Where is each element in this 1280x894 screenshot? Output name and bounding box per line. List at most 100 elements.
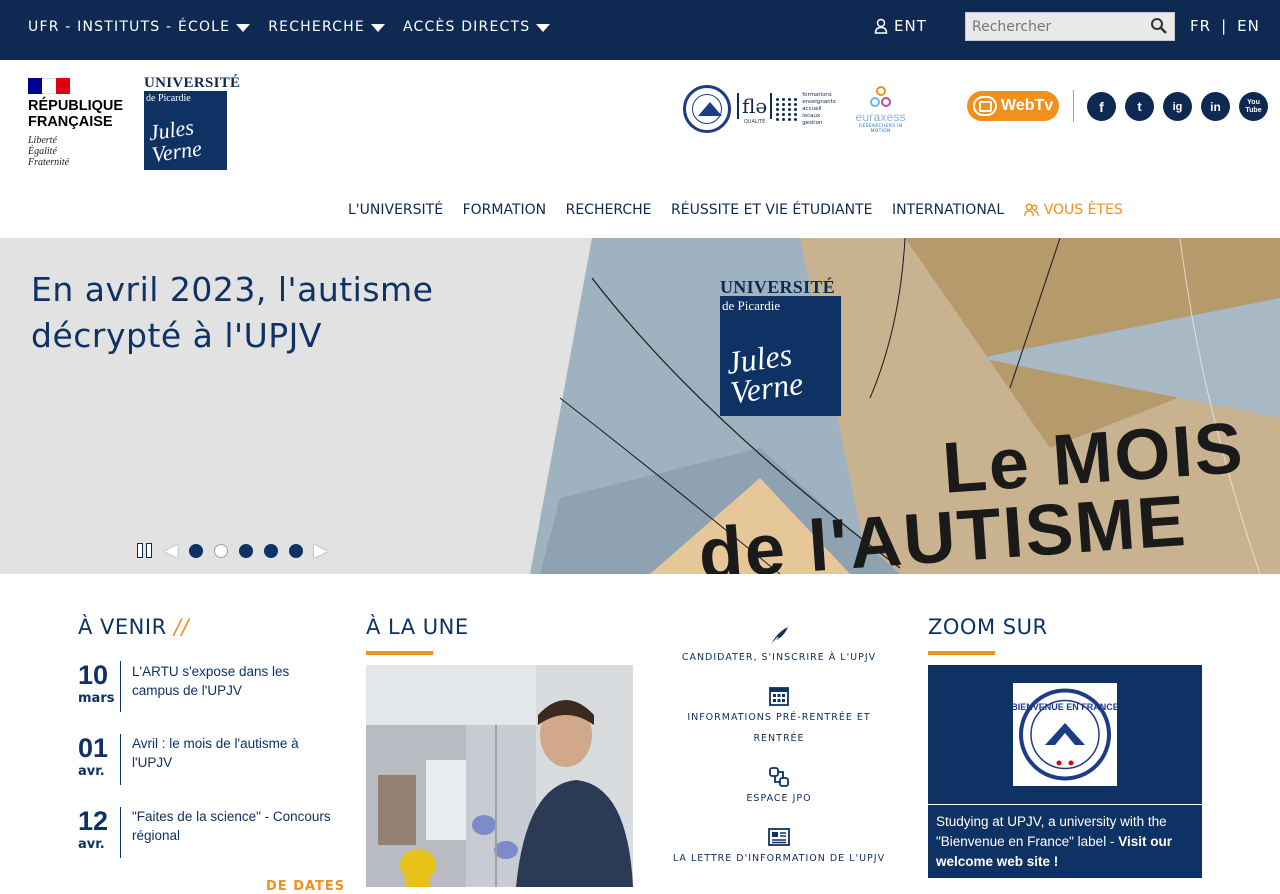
calendar-icon [769,687,789,706]
instagram-icon[interactable]: ig [1163,92,1192,121]
webtv-label: WebTv [1001,97,1054,114]
event-title[interactable]: "Faites de la science" - Concours région… [132,807,332,858]
topnav-recherche[interactable]: RECHERCHE [268,19,385,35]
nav-formation[interactable]: FORMATION [463,202,547,218]
users-icon [1023,203,1039,217]
lab-photo-image [366,665,633,887]
facebook-icon[interactable]: f [1087,92,1116,121]
zoom-heading: ZOOM SUR [928,615,1048,639]
fle-list: formations enseignants accueil locaux ge… [802,92,836,127]
search-icon [1151,18,1167,34]
quill-icon [770,627,788,646]
topnav-ufr[interactable]: UFR - INSTITUTS - ÉCOLE [28,19,251,35]
hero-logo-word: UNIVERSITÉ [720,277,836,297]
lang-fr[interactable]: FR [1190,17,1211,35]
quicklink-jpo[interactable]: ESPACE JPO [666,766,892,809]
linkedin-icon[interactable]: in [1201,92,1230,121]
search-box [965,12,1175,41]
hero-logo-de: de Picardie [722,298,781,313]
fle-line: gestion [802,119,823,126]
fle-label[interactable]: flə QUALITÉ formations enseignants accue… [737,92,836,127]
fle-line: locaux [802,112,821,119]
tv-icon [973,96,997,116]
nav-vous-etes[interactable]: VOUS ÊTES [1023,202,1123,218]
twitter-icon[interactable]: t [1125,92,1154,121]
zoom-card[interactable]: BIENVENUE EN FRANCE Studying at UPJV, a … [928,665,1202,878]
search-input[interactable] [966,13,1146,40]
search-button[interactable] [1150,17,1170,37]
quicklink-candidater[interactable]: CANDIDATER, S'INSCRIRE À L'UPJV [666,625,892,668]
next-arrow-icon[interactable]: ▶ [314,540,328,561]
nav-international[interactable]: INTERNATIONAL [892,202,1004,218]
prev-arrow-icon[interactable]: ◀ [164,540,178,561]
topnav-acces-directs[interactable]: ACCÈS DIRECTS [403,19,551,35]
hero-upjv-logo: UNIVERSITÉ de Picardie Jules Verne [720,278,841,416]
top-nav: UFR - INSTITUTS - ÉCOLE RECHERCHE ACCÈS … [28,19,551,35]
rf-title: RÉPUBLIQUE FRANÇAISE [28,98,128,130]
event-month: mars [78,691,115,706]
quicklink-label: INFORMATIONS PRÉ-RENTRÉE ET RENTRÉE [687,712,871,744]
pause-icon[interactable] [137,543,153,558]
rf-motto-3: Fraternité [28,157,70,168]
fle-dots-icon [776,97,798,121]
upjv-word: UNIVERSITÉ [144,75,241,91]
topnav-ufr-label: UFR - INSTITUTS - ÉCOLE [28,19,231,35]
upjv-logo[interactable]: UNIVERSITÉ de Picardie Jules Verne [144,75,241,170]
une-heading: À LA UNE [366,615,469,639]
euraxess-logo[interactable]: euraxess RESEARCHERS IN MOTION [850,84,912,134]
fle-mark: flə [737,93,773,119]
bienvenue-en-france-logo-icon: BIENVENUE EN FRANCE [1013,683,1117,786]
user-icon [874,18,888,34]
rf-motto-1: Liberté [28,135,57,146]
webtv-button[interactable]: WebTv [967,91,1059,121]
caret-down-icon [536,23,551,32]
event-title[interactable]: Avril : le mois de l'autisme à l'UPJV [132,734,332,785]
zoom-separator [928,804,1202,805]
event-month: avr. [78,764,105,779]
social-links: f t ig in You Tube [1087,92,1268,121]
lang-en[interactable]: EN [1237,17,1260,35]
euraxess-sub: RESEARCHERS IN MOTION [859,124,903,134]
nav-vous-etes-label: VOUS ÊTES [1043,202,1123,218]
une-photo[interactable] [366,665,633,887]
nav-universite[interactable]: L'UNIVERSITÉ [348,202,443,218]
youtube-icon[interactable]: You Tube [1239,92,1268,121]
carousel-dot[interactable] [238,543,253,558]
quicklink-lettre[interactable]: LA LETTRE D'INFORMATION DE L'UPJV [666,826,892,869]
carousel-dot[interactable] [188,543,203,558]
nav-recherche[interactable]: RECHERCHE [566,202,652,218]
quicklink-label: LA LETTRE D'INFORMATION DE L'UPJV [672,853,886,864]
list-item[interactable]: 12 avr. "Faites de la science" - Concour… [78,807,332,858]
event-title[interactable]: L'ARTU s'expose dans les campus de l'UPJ… [132,661,332,712]
carousel-dot[interactable] [263,543,278,558]
carousel-dot[interactable] [213,543,228,558]
republique-francaise-logo[interactable]: RÉPUBLIQUE FRANÇAISE Liberté Égalité Fra… [28,78,128,168]
euraxess-rings-icon [850,84,912,110]
badge-text: BIENVENUE EN FRANCE [1013,702,1117,712]
upjv-de: de Picardie [146,93,191,104]
rf-title-line1: RÉPUBLIQUE [28,98,124,114]
avenir-slashes: // [173,615,190,639]
ent-link[interactable]: ENT [874,17,927,35]
quicklink-rentree[interactable]: INFORMATIONS PRÉ-RENTRÉE ET RENTRÉE [666,685,892,749]
quicklink-icon-wrap [666,826,892,848]
bienvenue-en-france-badge-icon[interactable] [683,85,731,133]
carousel-dot[interactable] [288,543,303,558]
marianne-flag-icon [28,78,70,94]
upjv-name: Jules Verne [147,114,204,168]
event-date: 01 avr. [78,734,120,785]
hero-title[interactable]: En avril 2023, l'autisme décrypté à l'UP… [31,267,551,359]
event-divider [120,734,121,785]
language-switcher: FR | EN [1190,17,1260,35]
event-divider [120,807,121,858]
quicklink-icon-wrap [666,766,892,788]
event-month: avr. [78,837,105,852]
nav-reussite[interactable]: RÉUSSITE ET VIE ÉTUDIANTE [671,202,872,218]
list-item[interactable]: 10 mars L'ARTU s'expose dans les campus … [78,661,332,712]
caret-down-icon [236,23,251,32]
list-item[interactable]: 01 avr. Avril : le mois de l'autisme à l… [78,734,332,785]
quicklink-label: CANDIDATER, S'INSCRIRE À L'UPJV [681,652,877,663]
zoom-text: Studying at UPJV, a university with the … [936,812,1198,872]
event-day: 10 [78,660,109,690]
avenir-heading: À VENIR // [78,615,189,639]
